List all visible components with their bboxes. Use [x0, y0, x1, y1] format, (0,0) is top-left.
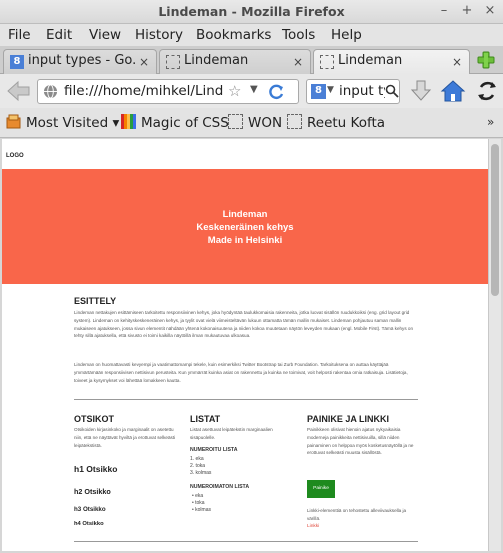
hero-banner: Lindeman Keskeneräinen kehys Made in Hel… [2, 169, 488, 284]
download-arrow-icon[interactable] [408, 78, 434, 104]
vertical-scrollbar[interactable] [488, 139, 501, 551]
menu-tools[interactable]: Tools [282, 27, 315, 43]
globe-icon [43, 84, 58, 99]
esittely-paragraph-2: Lindeman on huomattavasti kevyempi ja va… [74, 362, 408, 383]
rainbow-icon [121, 114, 136, 129]
tab-bar: 8 input types - Go... × Lindeman × Linde… [0, 46, 503, 75]
sync-icon[interactable] [474, 78, 500, 104]
link-description: Linkki-elementtiä on tehostettu alleviiv… [307, 508, 407, 521]
sample-link[interactable]: Linkki [307, 524, 319, 529]
window-titlebar: Lindeman - Mozilla Firefox – + × [0, 0, 503, 24]
bookmark-star-icon[interactable]: ☆ [228, 82, 241, 100]
ordered-list-heading: NUMEROITU LISTA [190, 447, 238, 453]
sample-h3: h3 Otsikko [74, 506, 106, 513]
bookmark-reetu-kofta[interactable]: Reetu Kofta [287, 114, 385, 131]
esittely-heading: ESITTELY [74, 296, 117, 306]
close-tab-icon[interactable]: × [137, 55, 151, 69]
navigation-bar: file:///home/mihkel/Lindeman ☆ ▼ 8 ▼ inp… [0, 74, 503, 108]
unordered-list-item: • toka [192, 500, 205, 506]
sample-h4: h4 Otsikko [74, 521, 104, 527]
scrollbar-thumb[interactable] [491, 144, 499, 296]
menu-bar: File Edit View History Bookmarks Tools H… [0, 24, 503, 46]
close-tab-icon[interactable]: × [450, 55, 464, 69]
painike-description: Painikkeen olisivat hienoin ajatus nykya… [307, 427, 414, 456]
chevron-down-icon: ▾ [112, 115, 120, 131]
ordered-list-item: 1. eka [190, 456, 204, 462]
listat-heading: LISTAT [190, 414, 221, 424]
listat-description: Listat asettuvat leipätekstin marginaali… [190, 427, 273, 440]
blank-page-icon [228, 114, 243, 129]
search-input[interactable]: input ty [339, 83, 385, 99]
home-icon[interactable] [440, 78, 466, 104]
bookmarks-toolbar: Most Visited ▾ Magic of CSS WON Reetu Ko… [0, 108, 503, 138]
sample-h2: h2 Otsikko [74, 487, 111, 496]
sample-h1: h1 Otsikko [74, 464, 118, 474]
tab-lindeman-active[interactable]: Lindeman × [313, 49, 470, 75]
google-search-engine-icon[interactable]: 8 [311, 84, 326, 99]
url-history-dropdown-icon[interactable]: ▼ [250, 84, 258, 95]
tab-label: input types - Go... [28, 53, 136, 68]
menu-edit[interactable]: Edit [46, 27, 72, 43]
tab-label: Lindeman [338, 53, 403, 68]
menu-file[interactable]: File [8, 27, 31, 43]
menu-view[interactable]: View [89, 27, 121, 43]
unordered-list-item: • kolmas [192, 507, 211, 513]
unordered-list-heading: NUMEROIMATON LISTA [190, 484, 250, 490]
section-divider [74, 399, 418, 400]
menu-history[interactable]: History [135, 27, 183, 43]
otsikot-description: Otsikoiden kirjasinkoko ja marginaalit o… [74, 427, 176, 448]
bookmarks-overflow-chevron-icon[interactable]: » [487, 115, 494, 129]
blank-page-icon [287, 114, 302, 129]
painike-button[interactable]: Painike [307, 480, 335, 498]
painike-heading: PAINIKE JA LINKKI [307, 414, 390, 424]
blank-page-icon [320, 55, 334, 69]
bookmark-won[interactable]: WON [228, 114, 282, 131]
search-bar[interactable]: 8 ▼ input ty [306, 79, 400, 104]
google-g-icon: 8 [10, 55, 24, 69]
esittely-paragraph-1: Lindeman nettakujen esittämiseen tarkoit… [74, 310, 414, 339]
blank-page-icon [166, 55, 180, 69]
back-arrow-icon[interactable] [4, 78, 32, 104]
ordered-list-item: 3. kolmas [190, 470, 212, 476]
close-tab-icon[interactable]: × [291, 55, 305, 69]
site-logo[interactable]: LOGO [6, 153, 24, 159]
hero-tagline: Made in Helsinki [207, 235, 283, 246]
maximize-button[interactable]: + [459, 3, 475, 19]
reload-icon[interactable] [266, 82, 286, 102]
tab-lindeman-1[interactable]: Lindeman × [159, 49, 311, 74]
hero-title: Lindeman [222, 209, 268, 220]
url-bar[interactable]: file:///home/mihkel/Lindeman ☆ ▼ [37, 79, 299, 104]
tab-label: Lindeman [184, 53, 249, 68]
section-divider [74, 541, 418, 542]
otsikot-heading: OTSIKOT [74, 414, 114, 424]
search-icon[interactable] [385, 84, 399, 98]
minimize-button[interactable]: – [436, 3, 452, 19]
close-window-button[interactable]: × [482, 3, 498, 19]
search-engine-dropdown-icon[interactable]: ▼ [327, 85, 334, 95]
page-viewport: LOGO Lindeman Keskeneräinen kehys Made i… [2, 139, 488, 551]
menu-bookmarks[interactable]: Bookmarks [196, 27, 271, 43]
bookmark-magic-of-css[interactable]: Magic of CSS [121, 114, 229, 131]
most-visited-icon [6, 114, 21, 129]
url-text[interactable]: file:///home/mihkel/Lindeman [64, 83, 224, 99]
tab-input-types[interactable]: 8 input types - Go... × [3, 49, 157, 74]
menu-help[interactable]: Help [331, 27, 362, 43]
ordered-list-item: 2. toka [190, 463, 206, 469]
new-tab-plus-icon[interactable] [475, 50, 497, 70]
bookmark-most-visited[interactable]: Most Visited ▾ [6, 114, 119, 131]
unordered-list-item: • eka [192, 493, 204, 499]
window-title: Lindeman - Mozilla Firefox [158, 4, 345, 19]
hero-subtitle: Keskeneräinen kehys [196, 222, 294, 233]
